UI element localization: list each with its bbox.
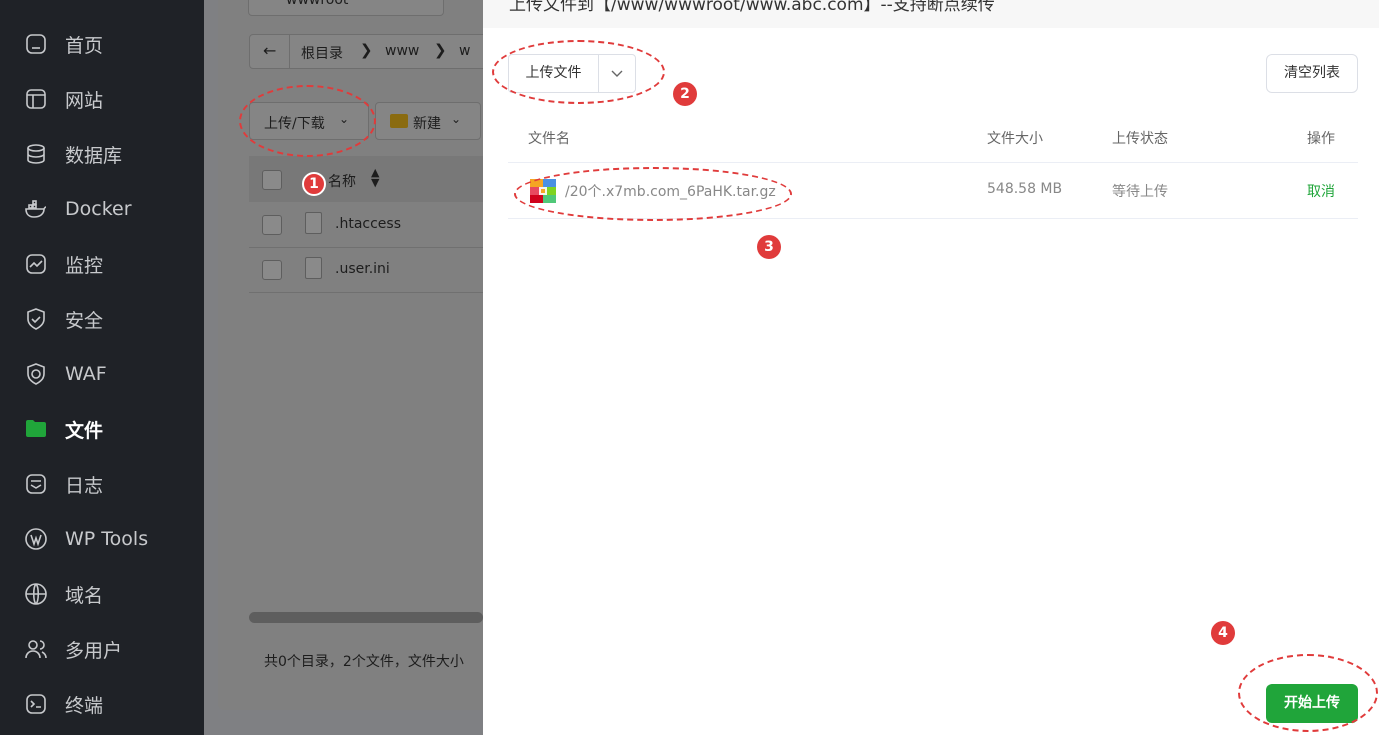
file-summary: 共0个目录，2个文件，文件大小 (264, 654, 464, 670)
row-divider (249, 292, 483, 293)
docker-icon (24, 197, 48, 221)
monitor-icon (24, 252, 48, 276)
sidebar-item-label: 数据库 (65, 144, 123, 167)
folder-icon (24, 417, 48, 441)
header-divider (508, 162, 1358, 163)
dialog-title: 上传文件到【/www/wwwroot/www.abc.com】--支持断点续传 (509, 0, 995, 15)
select-all-checkbox[interactable] (262, 170, 282, 190)
sidebar: 首页 网站 数据库 Docker 监控 安全 WAF 文件 日志 WP Tool… (0, 0, 204, 735)
row-checkbox[interactable] (262, 215, 282, 235)
file-row-name[interactable]: .htaccess (335, 216, 401, 232)
sidebar-item-users[interactable]: 多用户 (0, 624, 204, 674)
sidebar-item-security[interactable]: 安全 (0, 294, 204, 344)
upload-file-size: 548.58 MB (987, 181, 1063, 197)
waf-icon (24, 362, 48, 386)
sidebar-item-monitor[interactable]: 监控 (0, 239, 204, 289)
name-column-header[interactable]: 名称 (328, 171, 356, 191)
path-tab-label: wwwroot (286, 0, 349, 8)
sidebar-item-label: 文件 (65, 419, 104, 442)
sort-icon[interactable]: ▲ ▼ (371, 167, 379, 188)
breadcrumb-root[interactable]: 根目录 (301, 43, 343, 63)
file-row-name[interactable]: .user.ini (335, 261, 390, 277)
column-header-size: 文件大小 (987, 131, 1043, 147)
annotation-ellipse-1 (239, 85, 376, 157)
annotation-badge-3: 3 (757, 235, 781, 259)
annotation-ellipse-4 (1238, 654, 1378, 732)
annotation-badge-2: 2 (673, 82, 697, 106)
shield-icon (24, 307, 48, 331)
annotation-ellipse-2 (492, 40, 665, 104)
sidebar-item-waf[interactable]: WAF (0, 349, 204, 399)
sidebar-item-label: Docker (65, 198, 132, 220)
sidebar-item-label: WAF (65, 363, 107, 385)
column-header-status: 上传状态 (1112, 131, 1168, 147)
breadcrumb-divider (289, 34, 290, 69)
website-icon (24, 87, 48, 111)
sidebar-item-label: 安全 (65, 309, 104, 332)
file-icon (305, 212, 322, 234)
dialog-title-bar: 上传文件到【/www/wwwroot/www.abc.com】--支持断点续传 (483, 0, 1379, 28)
new-button-label: 新建 (413, 116, 441, 132)
globe-icon (24, 582, 48, 606)
sidebar-item-label: 域名 (65, 584, 104, 607)
log-icon (24, 472, 48, 496)
sidebar-item-files[interactable]: 文件 (0, 404, 204, 454)
users-icon (24, 637, 48, 661)
sidebar-item-domains[interactable]: 域名 (0, 569, 204, 619)
horizontal-scrollbar[interactable] (249, 612, 483, 623)
sidebar-item-database[interactable]: 数据库 (0, 129, 204, 179)
home-icon (24, 32, 48, 56)
annotation-badge-4: 4 (1211, 621, 1235, 645)
terminal-icon (24, 692, 48, 716)
sidebar-item-label: 日志 (65, 474, 104, 497)
file-icon (305, 257, 322, 279)
new-folder-icon (390, 114, 408, 128)
sidebar-item-terminal[interactable]: 终端 (0, 679, 204, 729)
sidebar-item-docker[interactable]: Docker (0, 184, 204, 234)
column-header-action: 操作 (1307, 131, 1335, 147)
sidebar-item-website[interactable]: 网站 (0, 74, 204, 124)
sidebar-item-label: 多用户 (65, 639, 123, 662)
breadcrumb-next[interactable]: w (459, 43, 470, 59)
breadcrumb-www[interactable]: www (385, 43, 419, 59)
annotation-ellipse-3 (514, 167, 792, 221)
column-header-filename: 文件名 (528, 131, 570, 147)
chevron-right-icon: ❯ (360, 41, 373, 59)
sidebar-item-logs[interactable]: 日志 (0, 459, 204, 509)
database-icon (24, 142, 48, 166)
annotation-badge-1: 1 (302, 172, 326, 196)
chevron-down-icon: ⌄ (451, 112, 462, 126)
upload-dialog: 上传文件到【/www/wwwroot/www.abc.com】--支持断点续传 (483, 0, 1379, 735)
sidebar-item-label: 监控 (65, 254, 104, 277)
sidebar-item-label: 终端 (65, 694, 104, 717)
sidebar-item-label: WP Tools (65, 528, 149, 550)
sidebar-item-label: 网站 (65, 89, 104, 112)
table-header (249, 156, 483, 202)
back-arrow-icon[interactable]: ← (263, 41, 276, 60)
chevron-right-icon: ❯ (434, 41, 447, 59)
row-divider (249, 247, 483, 248)
cancel-upload-link[interactable]: 取消 (1307, 181, 1335, 201)
wordpress-icon (24, 527, 48, 551)
clear-list-button[interactable]: 清空列表 (1266, 54, 1358, 93)
row-checkbox[interactable] (262, 260, 282, 280)
sidebar-item-wp-tools[interactable]: WP Tools (0, 514, 204, 564)
upload-file-status: 等待上传 (1112, 184, 1168, 200)
sidebar-item-label: 首页 (65, 34, 104, 57)
sidebar-item-home[interactable]: 首页 (0, 19, 204, 69)
